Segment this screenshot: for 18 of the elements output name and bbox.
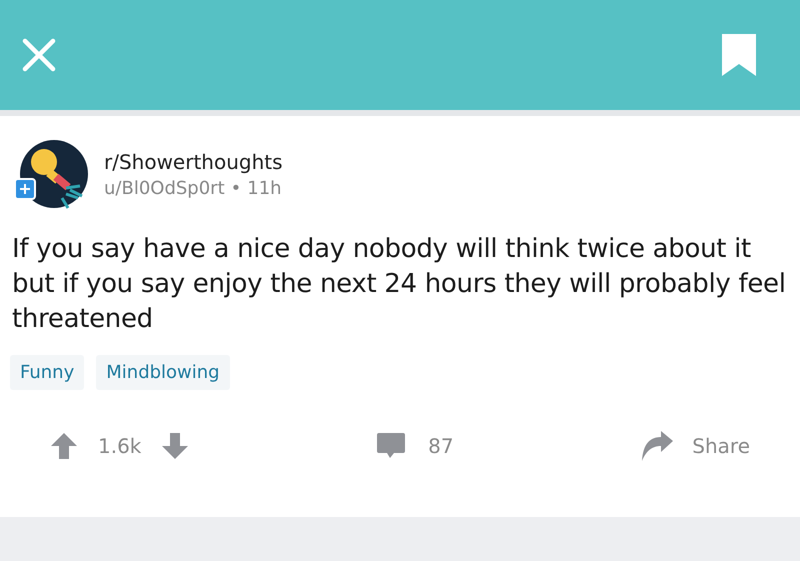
- score: 1.6k: [98, 433, 142, 460]
- share-arrow-icon: [640, 430, 674, 462]
- close-icon[interactable]: [22, 38, 56, 72]
- separator-dot: •: [230, 177, 242, 201]
- post-title: If you say have a nice day nobody will think twice about it but if you say enjoy the next 24 hours they will probably feel threatened: [11, 233, 787, 336]
- flair-tag[interactable]: Funny: [10, 355, 84, 390]
- comment-count: 87: [428, 433, 454, 460]
- flair-tag[interactable]: Mindblowing: [96, 355, 230, 390]
- downvote-icon[interactable]: [161, 432, 190, 460]
- plus-icon: [19, 183, 31, 195]
- subreddit-name[interactable]: r/Showerthoughts: [104, 148, 283, 176]
- join-button[interactable]: [14, 178, 36, 200]
- post-age: 11h: [247, 177, 282, 201]
- comment-icon[interactable]: [376, 432, 406, 460]
- bookmark-icon[interactable]: [722, 34, 756, 76]
- share-button[interactable]: Share: [640, 430, 750, 462]
- upvote-icon[interactable]: [50, 432, 78, 460]
- author-name[interactable]: u/Bl0OdSp0rt: [104, 176, 225, 202]
